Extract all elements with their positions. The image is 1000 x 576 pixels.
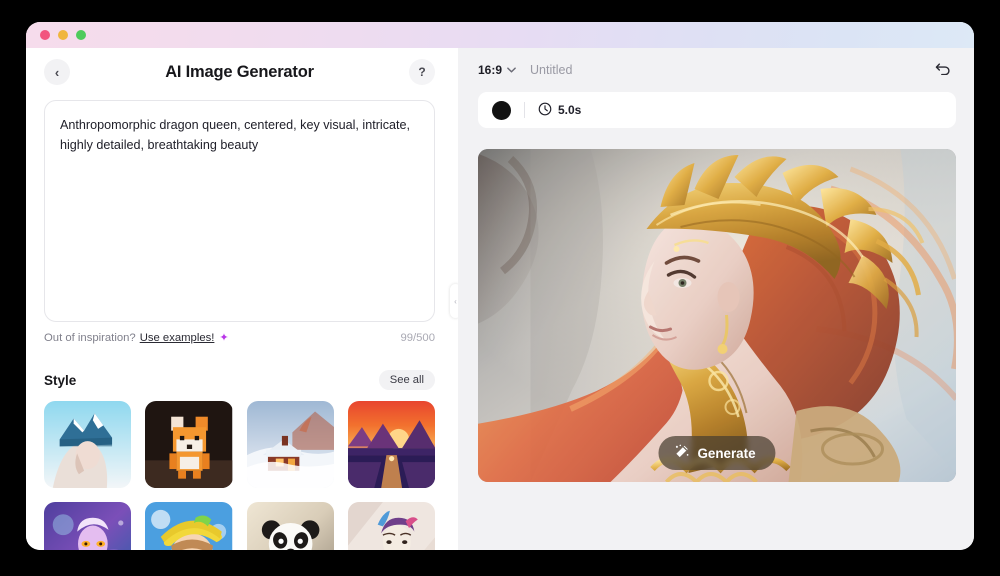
collapse-handle-icon: ‹ — [454, 296, 457, 306]
style-thumb-sunset-lake[interactable] — [347, 401, 435, 489]
document-name-input[interactable]: Untitled — [530, 63, 572, 77]
page-title: AI Image Generator — [165, 62, 314, 81]
sidebar-header: ‹ AI Image Generator ? — [44, 48, 435, 96]
generator-sidebar: ‹ AI Image Generator ? Anthropomorphic d… — [26, 48, 453, 550]
help-button[interactable]: ? — [409, 59, 435, 85]
style-thumb-snow-cabin[interactable] — [246, 401, 334, 489]
preview-canvas[interactable]: Generate — [478, 149, 956, 482]
back-button[interactable]: ‹ — [44, 59, 70, 85]
prompt-meta-row: Out of inspiration? Use examples! ✦ 99/5… — [44, 331, 435, 345]
preview-header: 16:9 Untitled — [458, 48, 974, 92]
chevron-down-icon — [507, 65, 516, 75]
generated-image — [478, 149, 956, 482]
question-mark-icon: ? — [418, 65, 426, 79]
use-examples-link[interactable]: Use examples! — [140, 332, 215, 344]
maximize-window-button[interactable] — [76, 30, 86, 40]
preview-toolbar: 5.0s — [478, 92, 956, 128]
aspect-ratio-selector[interactable]: 16:9 — [478, 63, 516, 77]
toolbar-separator — [524, 102, 525, 118]
character-counter: 99/500 — [400, 331, 435, 344]
window-body: ‹ AI Image Generator ? Anthropomorphic d… — [26, 48, 974, 550]
style-thumb-panda-3d[interactable] — [246, 502, 334, 550]
magic-wand-icon — [674, 444, 689, 462]
inspiration-hint: Out of inspiration? Use examples! ✦ — [44, 331, 229, 345]
desktop-background: ‹ AI Image Generator ? Anthropomorphic d… — [0, 0, 1000, 576]
undo-icon — [935, 60, 952, 80]
prompt-text-value[interactable]: Anthropomorphic dragon queen, centered, … — [60, 115, 419, 156]
style-thumb-fantasy-elf[interactable] — [44, 502, 132, 550]
aspect-ratio-value: 16:9 — [478, 63, 503, 77]
color-swatch-button[interactable] — [492, 100, 511, 120]
style-thumb-anime-girl-hat[interactable] — [145, 502, 233, 550]
window-titlebar[interactable] — [26, 22, 974, 48]
prompt-input[interactable]: Anthropomorphic dragon queen, centered, … — [44, 100, 435, 322]
style-section-header: Style See all — [44, 370, 435, 390]
style-thumb-sketch-portrait[interactable] — [347, 502, 435, 550]
undo-button[interactable] — [930, 57, 956, 83]
style-thumb-mountain-portrait[interactable] — [44, 401, 132, 489]
duration-control[interactable]: 5.0s — [538, 102, 581, 119]
generate-button[interactable]: Generate — [658, 436, 776, 470]
clock-icon — [538, 102, 552, 119]
generate-button-label: Generate — [697, 445, 756, 461]
sparkle-icon: ✦ — [219, 332, 229, 344]
style-thumb-pixel-fox[interactable] — [145, 401, 233, 489]
style-section-title: Style — [44, 372, 77, 388]
preview-panel: 16:9 Untitled 5.0s Generate — [458, 48, 974, 550]
close-window-button[interactable] — [40, 30, 50, 40]
traffic-light-group — [40, 30, 86, 40]
inspiration-question: Out of inspiration? — [44, 331, 136, 344]
chevron-left-icon: ‹ — [54, 64, 60, 80]
style-thumbnail-grid — [44, 401, 435, 550]
app-window: ‹ AI Image Generator ? Anthropomorphic d… — [26, 22, 974, 550]
duration-value: 5.0s — [558, 103, 582, 117]
see-all-styles-button[interactable]: See all — [378, 370, 435, 390]
minimize-window-button[interactable] — [58, 30, 68, 40]
